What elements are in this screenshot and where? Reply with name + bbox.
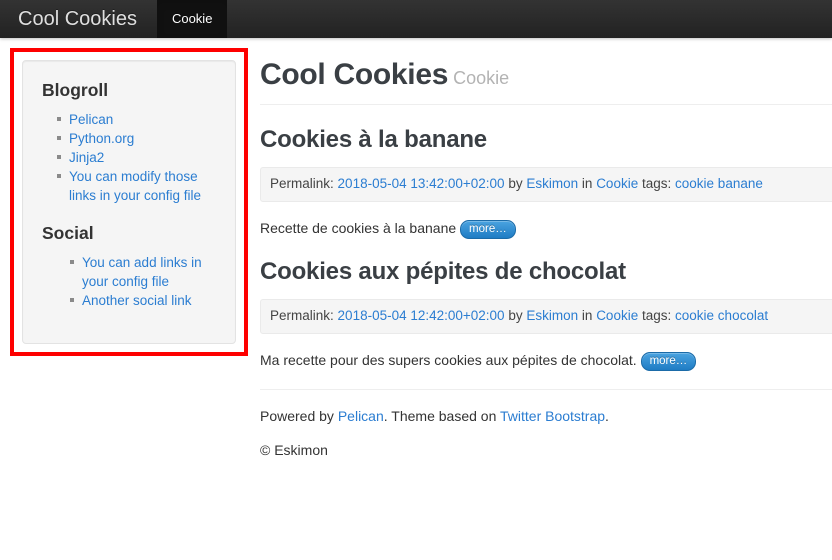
article-author-link[interactable]: Eskimon (526, 176, 578, 191)
sidebar-column: Blogroll Pelican Python.org Jinja2 You c… (0, 48, 248, 356)
more-badge[interactable]: more… (460, 220, 516, 239)
page-container: Blogroll Pelican Python.org Jinja2 You c… (0, 38, 832, 460)
by-label: by (508, 308, 523, 323)
article-author-link[interactable]: Eskimon (526, 308, 578, 323)
sidebar-heading-social: Social (42, 223, 94, 243)
list-item[interactable]: Python.org (57, 129, 216, 148)
page-subtitle: Cookie (453, 68, 510, 88)
article: Cookies aux pépites de chocolat Permalin… (260, 257, 832, 371)
article-tag-link[interactable]: cookie banane (675, 176, 763, 191)
article-summary: Ma recette pour des supers cookies aux p… (260, 350, 832, 371)
list-item[interactable]: Pelican (57, 110, 216, 129)
blogroll-link-jinja2[interactable]: Jinja2 (69, 150, 104, 165)
tags-label: tags: (641, 176, 672, 191)
main-column: Cool Cookies Cookie Cookies à la banane P… (248, 48, 832, 460)
article-title[interactable]: Cookies à la banane (260, 125, 832, 155)
nav-item-cookie[interactable]: Cookie (156, 0, 228, 38)
copyright-text: © Eskimon (260, 442, 328, 458)
sidebar-highlight-annotation: Blogroll Pelican Python.org Jinja2 You c… (10, 48, 248, 356)
article-meta: Permalink: 2018-05-04 12:42:00+02:00 by … (260, 299, 832, 334)
content-row: Blogroll Pelican Python.org Jinja2 You c… (0, 48, 832, 460)
article-date-link[interactable]: 2018-05-04 13:42:00+02:00 (338, 176, 505, 191)
blogroll-list: Pelican Python.org Jinja2 You can modify… (42, 110, 216, 205)
footer-credits: Powered by Pelican. Theme based on Twitt… (260, 406, 832, 426)
pelican-link[interactable]: Pelican (338, 408, 384, 424)
list-item[interactable]: You can modify those links in your confi… (57, 167, 216, 205)
theme-based-on-label: Theme based on (391, 408, 497, 424)
navbar-inner: Cool Cookies Cookie (0, 0, 832, 38)
in-label: in (581, 308, 593, 323)
blogroll-link-config[interactable]: You can modify those links in your confi… (69, 169, 201, 203)
in-label: in (581, 176, 593, 191)
page-title-text: Cool Cookies (260, 58, 449, 91)
sidebar-well: Blogroll Pelican Python.org Jinja2 You c… (22, 60, 236, 344)
article-tag-link[interactable]: cookie chocolat (675, 308, 768, 323)
article-summary-text: Recette de cookies à la banane (260, 220, 457, 236)
navbar-brand[interactable]: Cool Cookies (0, 0, 157, 38)
blogroll-link-pelican[interactable]: Pelican (69, 112, 113, 127)
social-link-another[interactable]: Another social link (82, 293, 192, 308)
top-navbar: Cool Cookies Cookie (0, 0, 832, 38)
navbar-menu: Cookie (156, 0, 228, 38)
article-category-link[interactable]: Cookie (596, 176, 638, 191)
page-header: Cool Cookies Cookie (260, 57, 832, 105)
article-meta: Permalink: 2018-05-04 13:42:00+02:00 by … (260, 167, 832, 202)
article-summary: Recette de cookies à la banane more… (260, 218, 832, 239)
article-date-link[interactable]: 2018-05-04 12:42:00+02:00 (338, 308, 505, 323)
permalink-label: Permalink: (270, 176, 334, 191)
list-item[interactable]: Jinja2 (57, 148, 216, 167)
blogroll-link-python[interactable]: Python.org (69, 131, 134, 146)
article-title[interactable]: Cookies aux pépites de chocolat (260, 257, 832, 287)
list-item[interactable]: You can add links in your config file (70, 253, 216, 291)
more-badge[interactable]: more… (640, 352, 697, 371)
footer-divider (260, 389, 832, 390)
theme-separator: . (605, 408, 609, 424)
social-list: You can add links in your config file An… (42, 253, 216, 310)
powered-separator: . (383, 408, 388, 424)
page-title: Cool Cookies Cookie (260, 57, 832, 96)
sidebar-heading-blogroll: Blogroll (42, 80, 109, 100)
article-summary-text: Ma recette pour des supers cookies aux p… (260, 352, 637, 368)
by-label: by (508, 176, 523, 191)
article: Cookies à la banane Permalink: 2018-05-0… (260, 125, 832, 239)
permalink-label: Permalink: (270, 308, 334, 323)
social-link-config[interactable]: You can add links in your config file (82, 255, 202, 289)
bootstrap-link[interactable]: Twitter Bootstrap (500, 408, 605, 424)
powered-by-label: Powered by (260, 408, 334, 424)
list-item[interactable]: Another social link (70, 291, 216, 310)
article-category-link[interactable]: Cookie (596, 308, 638, 323)
nav-link-cookie[interactable]: Cookie (156, 0, 228, 38)
tags-label: tags: (641, 308, 672, 323)
